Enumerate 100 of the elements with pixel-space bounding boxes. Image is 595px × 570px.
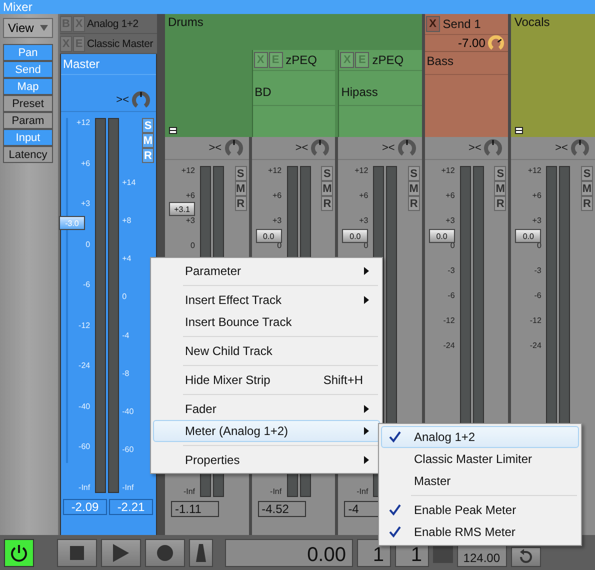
scale-label: +6 [532,191,542,201]
pan-knob-icon[interactable] [224,139,243,157]
view-toggle-button[interactable]: Send [3,61,53,78]
time-value: 0.00 [307,544,346,566]
track-name: Vocals [514,15,550,29]
scale-label: +3 [186,216,195,226]
strip-toggle-button[interactable]: R [142,148,154,163]
pan-knob-icon[interactable] [484,139,502,157]
pan-label: >< [555,142,568,154]
pan-knob-icon[interactable] [311,139,330,157]
scale-label: -24 [78,361,90,372]
scale-label: -Inf [270,487,282,497]
track-name: Drums [168,15,204,29]
strip-toggle-button[interactable]: S [494,166,506,181]
scale-label: -Inf [183,487,195,497]
fader-thumb[interactable]: 0.0 [428,228,455,243]
collapse-icon[interactable] [515,127,524,134]
play-button[interactable] [101,538,141,566]
scale-label: +3 [446,216,455,226]
view-toggle-button[interactable]: Preset [3,95,53,112]
menu-item[interactable]: Meter (Analog 1+2) [153,420,380,442]
strip-toggle-button[interactable]: M [408,181,420,196]
bar-value: 1 [372,544,384,566]
menu-item[interactable]: Enable RMS Meter [381,521,579,543]
scale-label: +14 [122,178,136,188]
play-icon [112,542,130,562]
strip-toggle-button[interactable]: S [580,166,593,181]
scale-label: +12 [354,166,368,176]
insert-name: Analog 1+2 [87,18,138,30]
caret-icon [40,25,48,31]
strip-toggle-button[interactable]: M [494,181,506,196]
strip-toggle-button[interactable]: M [321,181,334,196]
fader-thumb[interactable]: 0.0 [342,228,368,243]
view-toggle-button[interactable]: Input [3,129,53,146]
menu-item[interactable]: Master [381,470,579,492]
strip-toggle-button[interactable]: R [580,196,593,211]
scale-label: +8 [122,216,132,226]
scale-label: +12 [268,166,282,176]
menu-item[interactable]: New Child Track [153,340,380,362]
scale-label: -12 [78,320,90,331]
fader-thumb[interactable]: 0.0 [256,228,282,243]
strip-toggle-button[interactable]: S [142,118,154,133]
loop-button[interactable] [511,546,541,566]
scale-label: -12 [530,316,542,326]
scale-label: +3 [532,216,542,226]
menu-item[interactable]: Insert Effect Track [153,289,380,311]
scale-label: +6 [186,191,195,201]
fader-thumb[interactable]: 0.0 [515,228,542,243]
menu-item[interactable]: Fader [153,398,380,420]
view-toggle-button[interactable]: Latency [3,146,53,163]
pan-label: >< [468,142,482,154]
menu-item[interactable]: Parameter [153,260,380,282]
track-name: BD [254,85,272,99]
menu-item[interactable]: Analog 1+2 [381,426,579,448]
scale-label: 0 [86,240,90,250]
pan-knob-icon[interactable] [570,139,589,157]
strip-toggle-button[interactable]: S [408,166,420,181]
strip-toggle-button[interactable]: S [234,166,247,181]
view-toggle-button[interactable]: Map [3,78,53,95]
menu-item[interactable]: Classic Master Limiter [381,448,579,470]
power-icon [9,542,29,562]
scale-label: -12 [443,316,455,326]
stop-icon [69,544,85,560]
pan-knob-icon[interactable] [398,139,416,157]
scale-label: -40 [122,406,134,417]
view-toggle-button[interactable]: Param [3,112,53,129]
power-button[interactable] [4,538,34,566]
beat-value: 1 [410,544,422,566]
send-knob-icon[interactable] [488,35,504,51]
scale-label: -4 [122,330,130,340]
submenu-arrow-icon [364,296,369,304]
scale-label: +3 [272,216,282,226]
scale-label: +6 [272,191,282,201]
strip-toggle-button[interactable]: M [580,181,593,196]
strip-toggle-button[interactable]: M [142,133,154,148]
level-readout: -2.21 [109,499,153,515]
metronome-button[interactable] [189,538,213,566]
strip-toggle-button[interactable]: S [321,166,334,181]
strip-toggle-button[interactable]: R [494,196,506,211]
view-toggle-button[interactable]: Pan [3,44,53,61]
loop-icon [517,548,535,566]
insert-name: zPEQ [286,53,317,67]
view-button[interactable]: View [3,18,53,38]
scale-label: +6 [80,158,90,169]
strip-toggle-button[interactable]: R [234,196,247,211]
insert-toggle[interactable]: X [426,16,440,32]
fader-thumb[interactable]: +3.1 [169,202,195,216]
strip-toggle-button[interactable]: M [234,181,247,196]
record-button[interactable] [145,538,185,566]
pan-knob-icon[interactable] [132,91,150,109]
collapse-icon[interactable] [169,127,177,134]
scale-label: +12 [76,118,90,128]
menu-item[interactable]: Hide Mixer Strip Shift+H [153,369,380,391]
strip-toggle-button[interactable]: R [408,196,420,211]
stop-button[interactable] [57,538,97,566]
menu-item[interactable]: Properties [153,449,380,471]
menu-item[interactable]: Insert Bounce Track [153,311,380,333]
strip-toggle-button[interactable]: R [321,196,334,211]
level-readout: -2.09 [63,499,107,515]
scale-label: -24 [530,341,542,351]
